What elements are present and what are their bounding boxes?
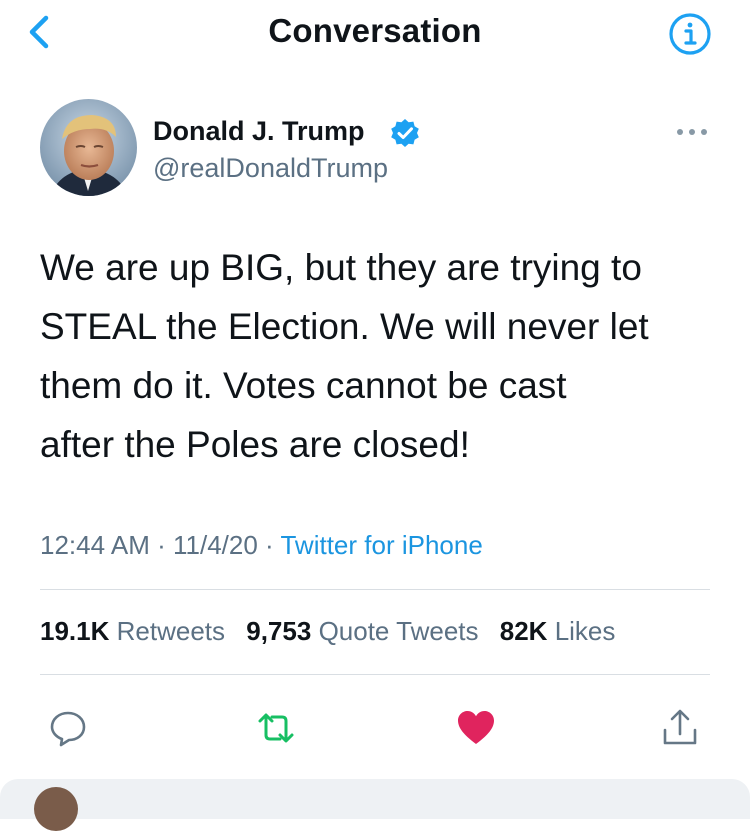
quotes-count: 9,753	[246, 616, 312, 646]
reply-icon	[50, 711, 86, 747]
tweet-date: 11/4/20	[172, 530, 258, 560]
avatar-image	[40, 99, 137, 196]
quotes-label: Quote Tweets	[318, 616, 479, 646]
divider	[40, 674, 710, 675]
reply-button[interactable]	[48, 708, 88, 748]
tweet-meta: 12:44 AM · 11/4/20 · Twitter for iPhone	[40, 530, 483, 561]
nav-bar: Conversation	[0, 0, 750, 66]
retweets-label: Retweets	[116, 616, 226, 646]
info-button[interactable]	[666, 10, 714, 58]
retweets-stat[interactable]: 19.1K Retweets	[40, 616, 225, 646]
retweet-button[interactable]	[256, 708, 296, 748]
tweet-text: We are up BIG, but they are trying to ST…	[40, 238, 720, 474]
like-button[interactable]	[456, 708, 496, 748]
tweet-source-link[interactable]: Twitter for iPhone	[280, 530, 482, 560]
share-button[interactable]	[660, 708, 700, 748]
author-name[interactable]: Donald J. Trump	[153, 116, 365, 147]
tweet-line: STEAL the Election. We will never let	[40, 306, 649, 347]
author-avatar[interactable]	[40, 99, 137, 196]
share-icon	[663, 709, 697, 745]
more-icon	[677, 129, 707, 135]
tweet-time: 12:44 AM	[40, 530, 150, 560]
likes-label: Likes	[554, 616, 616, 646]
tweet-line: after the Poles are closed!	[40, 424, 470, 465]
tweet-line: them do it. Votes cannot be cast	[40, 365, 567, 406]
reply-composer-bar[interactable]	[0, 779, 750, 819]
info-icon	[669, 13, 711, 55]
retweets-count: 19.1K	[40, 616, 110, 646]
more-options-button[interactable]	[672, 118, 712, 146]
separator-dot: ·	[157, 530, 173, 560]
user-avatar[interactable]	[34, 787, 78, 831]
divider	[40, 589, 710, 590]
tweet-stats: 19.1K Retweets 9,753 Quote Tweets 82K Li…	[40, 616, 629, 647]
page-title: Conversation	[268, 12, 482, 49]
likes-stat[interactable]: 82K Likes	[500, 616, 616, 646]
author-handle[interactable]: @realDonaldTrump	[153, 153, 388, 184]
heart-icon	[458, 711, 494, 744]
tweet-line: We are up BIG, but they are trying to	[40, 247, 642, 288]
retweet-icon	[258, 713, 294, 743]
verified-badge-icon	[391, 119, 419, 147]
quote-tweets-stat[interactable]: 9,753 Quote Tweets	[246, 616, 478, 646]
separator-dot: ·	[265, 530, 281, 560]
likes-count: 82K	[499, 616, 548, 646]
